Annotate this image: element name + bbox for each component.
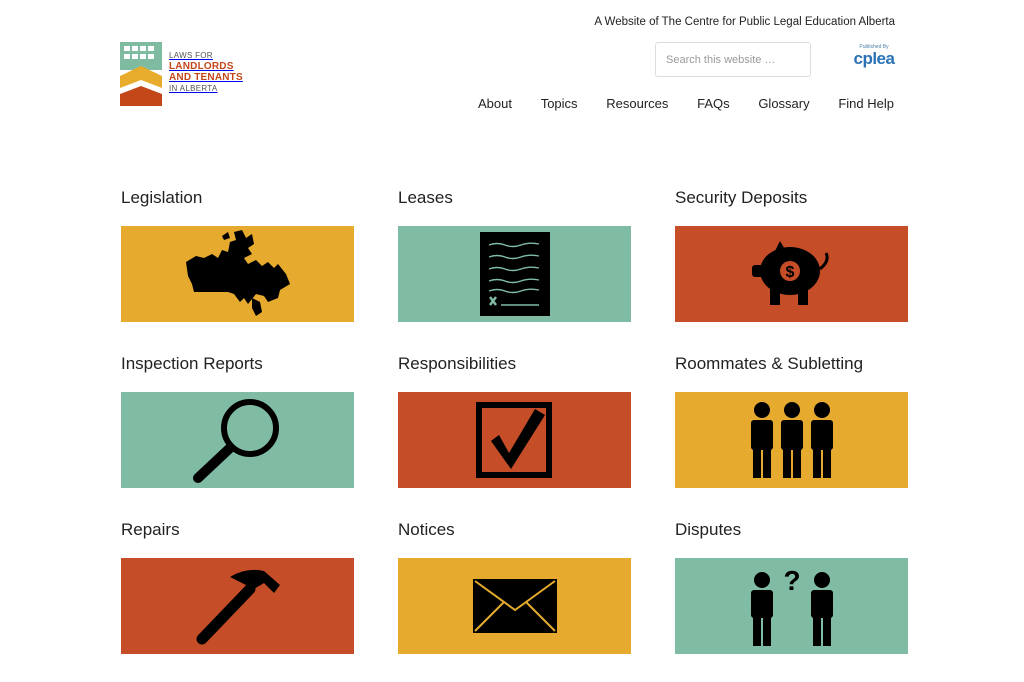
topic-card-leases[interactable]: Leases — [398, 188, 631, 322]
house-logo-icon — [120, 42, 162, 106]
svg-text:?: ? — [783, 565, 800, 596]
logo-text: LAWS FOR LANDLORDS AND TENANTS IN ALBERT… — [169, 50, 243, 94]
svg-text:$: $ — [785, 264, 794, 281]
topic-card-repairs[interactable]: Repairs — [121, 520, 354, 654]
topic-tile[interactable] — [398, 226, 631, 322]
checkbox-icon — [475, 402, 552, 478]
topic-card-legislation[interactable]: Legislation — [121, 188, 354, 322]
topic-title: Repairs — [121, 520, 180, 539]
magnifying-glass-icon — [192, 399, 279, 483]
topic-title: Legislation — [121, 188, 203, 207]
topic-card-inspection-reports[interactable]: Inspection Reports — [121, 354, 354, 488]
nav-find-help[interactable]: Find Help — [830, 96, 902, 114]
nav-topics[interactable]: Topics — [533, 96, 586, 114]
main-nav: About Topics Resources FAQs Glossary Fin… — [470, 96, 902, 114]
topic-tile[interactable] — [121, 392, 354, 488]
topic-tile[interactable] — [398, 392, 631, 488]
topic-title: Inspection Reports — [121, 354, 263, 373]
site-logo[interactable]: LAWS FOR LANDLORDS AND TENANTS IN ALBERT… — [120, 42, 260, 108]
nav-glossary[interactable]: Glossary — [750, 96, 817, 114]
topic-title: Leases — [398, 188, 453, 207]
topic-title: Security Deposits — [675, 188, 808, 207]
topic-title: Roommates & Subletting — [675, 354, 864, 373]
topic-tile[interactable] — [675, 392, 908, 488]
topic-card-responsibilities[interactable]: Responsibilities — [398, 354, 631, 488]
topics-grid: Legislation Leases Security Deposits $ I… — [121, 188, 908, 654]
topic-title: Disputes — [675, 520, 742, 539]
nav-faqs[interactable]: FAQs — [689, 96, 738, 114]
logo-line-1: LAWS FOR — [169, 51, 213, 60]
cplea-mark: cplea — [853, 49, 895, 68]
nav-about[interactable]: About — [470, 96, 520, 114]
topic-card-notices[interactable]: Notices — [398, 520, 631, 654]
topic-tile[interactable] — [121, 226, 354, 322]
document-icon — [479, 232, 550, 316]
logo-line-3: AND TENANTS — [169, 72, 243, 83]
hammer-icon — [196, 569, 280, 645]
two-people-question-icon: ? — [750, 565, 833, 646]
topic-card-security-deposits[interactable]: Security Deposits $ — [675, 188, 908, 322]
logo-line-2: LANDLORDS — [169, 61, 234, 72]
piggy-bank-icon: $ — [751, 241, 829, 305]
topic-card-disputes[interactable]: Disputes ? — [675, 520, 908, 654]
site-tagline: A Website of The Centre for Public Legal… — [594, 16, 895, 28]
topic-card-roommates-subletting[interactable]: Roommates & Subletting — [675, 354, 908, 488]
topic-tile[interactable]: ? — [675, 558, 908, 654]
envelope-icon — [472, 579, 557, 633]
topic-tile[interactable]: $ — [675, 226, 908, 322]
topic-title: Notices — [398, 520, 455, 539]
logo-line-4: IN ALBERTA — [169, 84, 218, 93]
topic-tile[interactable] — [121, 558, 354, 654]
cplea-logo[interactable]: Published By cplea — [846, 44, 902, 68]
three-people-icon — [750, 402, 833, 478]
search-input[interactable] — [655, 42, 811, 77]
topic-title: Responsibilities — [398, 354, 517, 373]
canada-map-icon — [185, 230, 290, 316]
nav-resources[interactable]: Resources — [598, 96, 676, 114]
topic-tile[interactable] — [398, 558, 631, 654]
